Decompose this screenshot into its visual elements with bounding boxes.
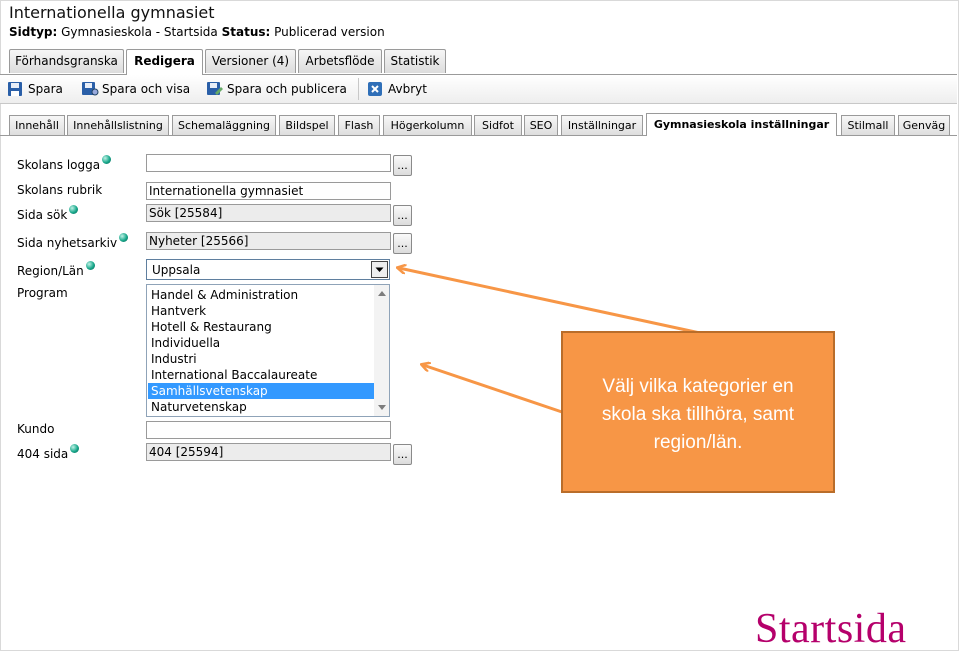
callout-line: region/län. xyxy=(653,432,743,453)
annotation-callout: Välj vilka kategorier en skola ska tillh… xyxy=(561,331,835,493)
arrow-to-program xyxy=(423,365,563,414)
callout-line: Välj vilka kategorier en xyxy=(602,376,794,397)
arrow-to-region xyxy=(399,268,701,335)
brand-logo: Startsida xyxy=(755,606,907,652)
annotation-arrows xyxy=(0,0,701,414)
callout-line: skola ska tillhöra, samt xyxy=(601,404,795,425)
